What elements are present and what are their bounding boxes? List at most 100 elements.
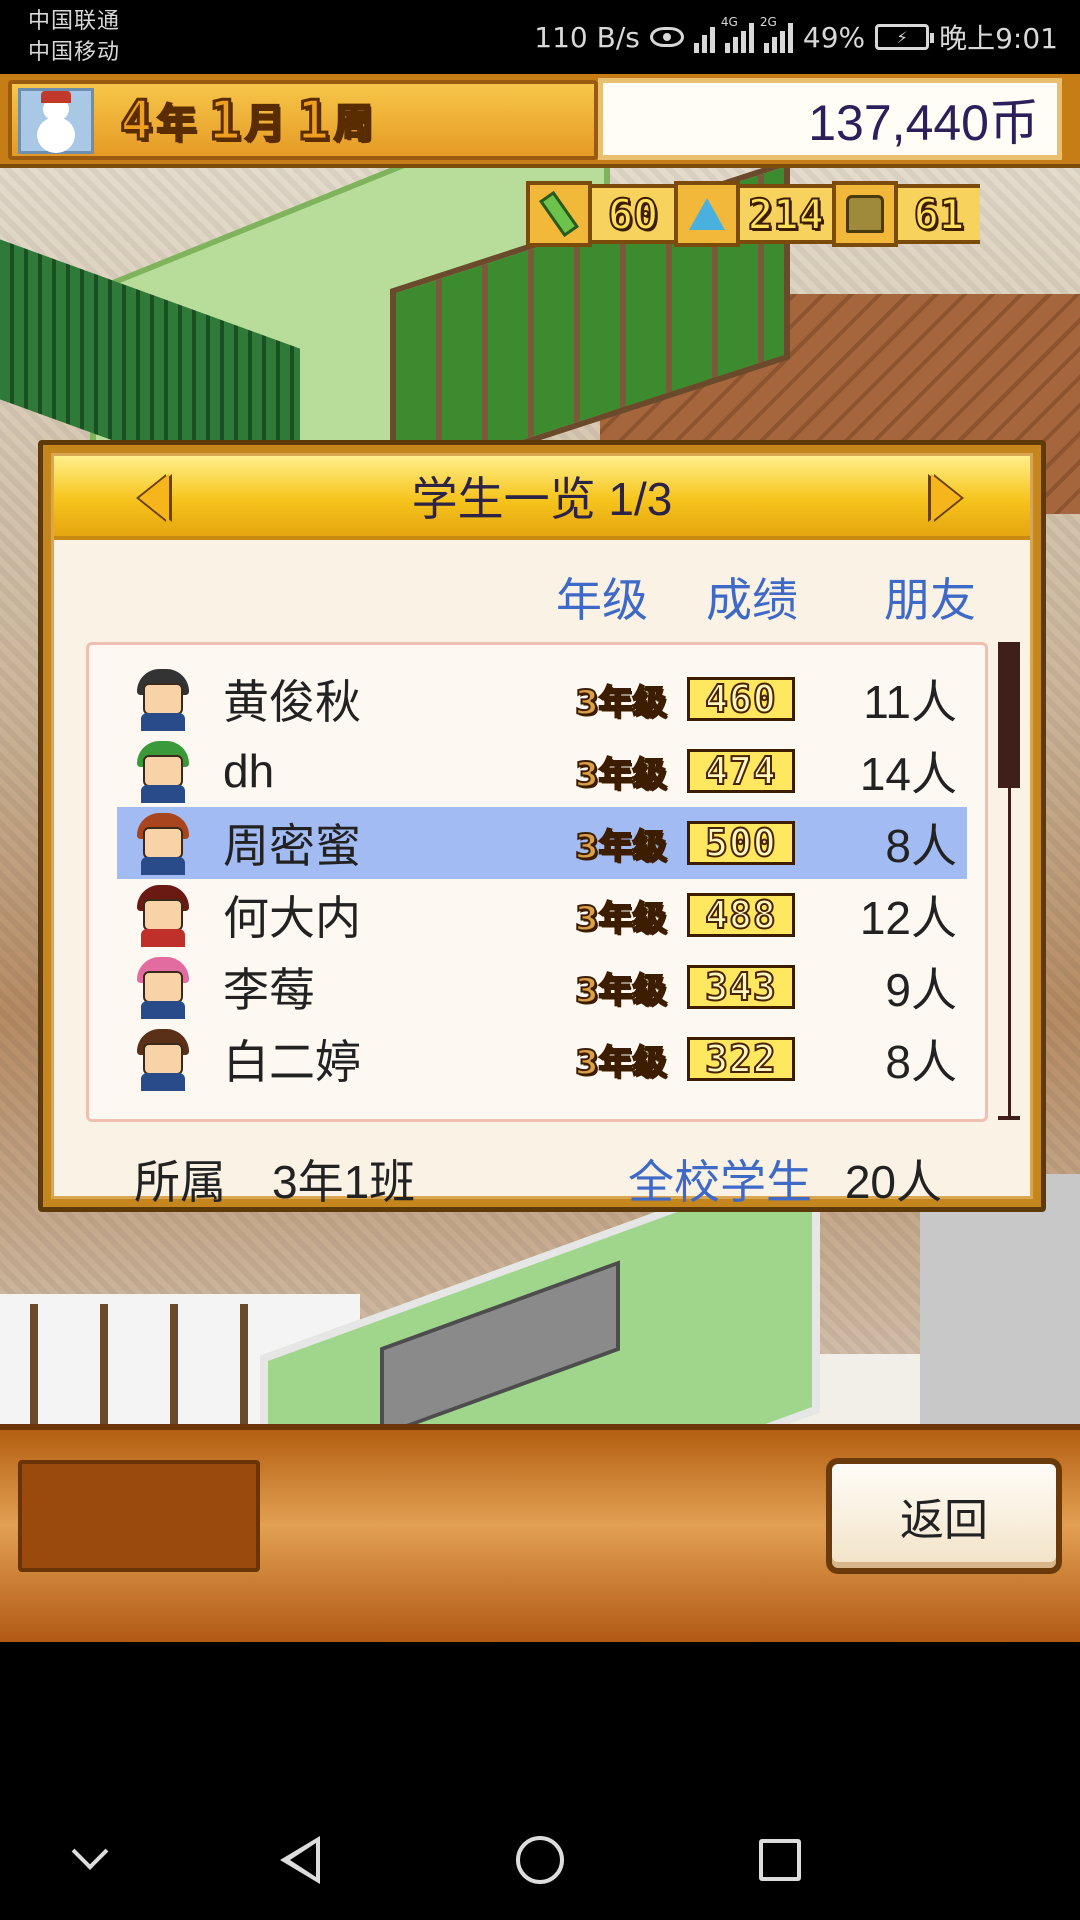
arrow-left-icon (139, 474, 169, 522)
research-points: 60 (592, 184, 674, 244)
net-speed: 110 B/s (534, 20, 640, 54)
flask-icon (674, 181, 740, 247)
total-students-value: 20人 (844, 1156, 942, 1208)
avatar-face (143, 1043, 183, 1075)
student-name: dh (223, 745, 275, 797)
student-score: 460 (687, 676, 795, 722)
student-grade: 3年级 (574, 898, 668, 940)
student-grade: 3年级 (574, 970, 668, 1012)
avatar (131, 811, 195, 875)
nav-home-button[interactable] (510, 1830, 570, 1890)
student-rows: 黄俊秋 3年级 460 11人 dh 3年级 474 14人 周密蜜 3年级 500 8人 何大内 3年级… (117, 663, 967, 1095)
student-grade: 3年级 (574, 682, 668, 724)
status-icons: 110 B/s 4G 2G 49% ⚡ 晚上9:01 (534, 14, 1058, 60)
table-row[interactable]: 李莓 3年级 343 9人 (117, 951, 967, 1023)
avatar (131, 1027, 195, 1091)
bell-points: 61 (897, 184, 980, 244)
nav-hide-button[interactable] (60, 1830, 120, 1890)
pencil-icon (526, 181, 592, 247)
battery-icon: ⚡ (875, 24, 935, 50)
date-month-unit: 月 (244, 100, 286, 148)
back-triangle-icon (280, 1836, 320, 1884)
student-list-dialog: 学生一览 1/3 年级 成绩 朋友 黄俊秋 3年级 460 11人 dh 3年级 474 14… (38, 440, 1046, 1212)
navigation-bar (0, 1642, 1080, 1920)
student-grade: 3年级 (574, 1042, 668, 1084)
date-week-unit: 周 (333, 100, 375, 148)
avatar-body (141, 857, 185, 875)
next-page-button[interactable] (914, 466, 978, 530)
date-month: 1 (207, 87, 242, 153)
student-friends: 14人 (859, 748, 957, 800)
arrow-right-icon (931, 474, 961, 522)
dialog-title: 学生一览 1/3 (411, 473, 673, 525)
avatar-face (143, 683, 183, 715)
scroll-end (998, 1116, 1020, 1120)
prev-page-button[interactable] (122, 466, 186, 530)
student-name: 李莓 (223, 964, 315, 1016)
carrier-labels: 中国联通 中国移动 (28, 6, 120, 68)
avatar-body (141, 713, 185, 731)
student-friends: 8人 (885, 1036, 957, 1088)
avatar-face (143, 755, 183, 787)
student-friends: 11人 (863, 676, 957, 728)
student-grade: 3年级 (574, 754, 668, 796)
avatar-face (143, 971, 183, 1003)
table-row[interactable]: dh 3年级 474 14人 (117, 735, 967, 807)
avatar-body (141, 785, 185, 803)
student-name: 白二婷 (223, 1036, 361, 1088)
student-score: 322 (687, 1036, 795, 1082)
header-score: 成绩 (706, 574, 798, 626)
avatar-body (141, 1073, 185, 1091)
student-name: 周密蜜 (223, 820, 361, 872)
avatar-face (143, 827, 183, 859)
table-row[interactable]: 何大内 3年级 488 12人 (117, 879, 967, 951)
date-panel: 4 年 1 月 1 周 (8, 80, 598, 160)
avatar (131, 667, 195, 731)
student-score: 343 (687, 964, 795, 1010)
class-value: 3年1班 (272, 1156, 416, 1208)
carrier-2: 中国移动 (28, 40, 121, 65)
signal-2g-icon: 2G (760, 15, 793, 53)
list-scrollbar[interactable] (998, 642, 1022, 1120)
student-friends: 9人 (885, 964, 957, 1016)
scroll-thumb[interactable] (998, 642, 1020, 788)
header-grade: 年级 (556, 574, 648, 626)
student-score: 488 (687, 892, 795, 938)
carrier-1: 中国联通 (28, 9, 121, 34)
student-name: 何大内 (223, 892, 361, 944)
date-year-unit: 年 (156, 100, 198, 148)
student-friends: 12人 (859, 892, 957, 944)
home-circle-icon (516, 1836, 564, 1884)
table-row[interactable]: 黄俊秋 3年级 460 11人 (117, 663, 967, 735)
avatar-body (141, 929, 185, 947)
recents-square-icon (759, 1839, 801, 1881)
battery-percent: 49% (802, 20, 866, 54)
total-students-label: 全校学生 (628, 1156, 812, 1208)
bell-icon (831, 181, 898, 247)
bottom-panel: 返回 (0, 1424, 1080, 1642)
back-button[interactable]: 返回 (826, 1458, 1062, 1574)
clock: 晚上9:01 (939, 22, 1058, 55)
avatar-face (143, 899, 183, 931)
nav-back-button[interactable] (270, 1830, 330, 1890)
info-slot (18, 1460, 260, 1572)
nav-recents-button[interactable] (750, 1830, 810, 1890)
snowman-icon (18, 88, 94, 154)
table-row[interactable]: 周密蜜 3年级 500 8人 (117, 807, 967, 879)
date-year: 4 (119, 87, 154, 153)
avatar (131, 883, 195, 947)
dialog-title-bar: 学生一览 1/3 (54, 456, 1030, 540)
lab-points: 214 (740, 184, 832, 244)
dialog-body: 学生一览 1/3 年级 成绩 朋友 黄俊秋 3年级 460 11人 dh 3年级 474 14… (51, 453, 1033, 1208)
student-score: 500 (687, 820, 795, 866)
student-friends: 8人 (885, 820, 957, 872)
table-row[interactable]: 白二婷 3年级 322 8人 (117, 1023, 967, 1095)
student-list[interactable]: 黄俊秋 3年级 460 11人 dh 3年级 474 14人 周密蜜 3年级 500 8人 何大内 3年级… (86, 642, 988, 1122)
top-bar: 4 年 1 月 1 周 137,440币 (0, 74, 1080, 168)
student-grade: 3年级 (574, 826, 668, 868)
avatar (131, 739, 195, 803)
signal-4g-icon: 4G (721, 15, 754, 53)
game-date: 4 年 1 月 1 周 (119, 87, 382, 153)
status-bar: 中国联通 中国移动 110 B/s 4G 2G 49% ⚡ 晚上9:01 (0, 0, 1080, 74)
header-friends: 朋友 (884, 574, 976, 626)
